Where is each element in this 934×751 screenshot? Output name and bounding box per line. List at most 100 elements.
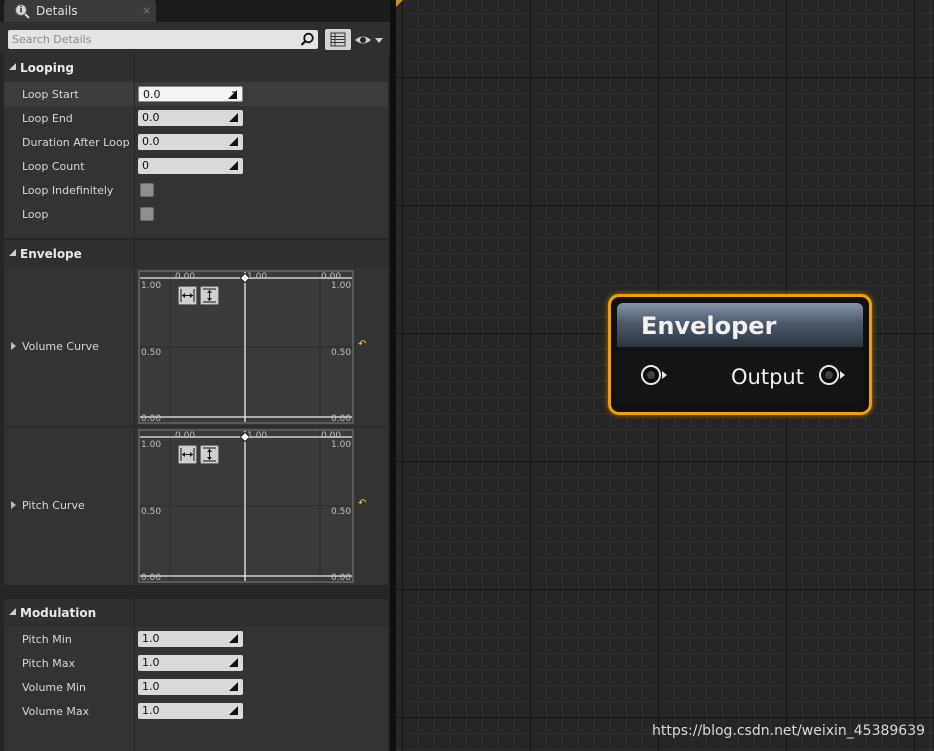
- y-tick-label: 0.50: [331, 507, 352, 517]
- y-tick-label: 1.00: [141, 281, 162, 291]
- curve-grid: [140, 431, 352, 581]
- view-options-button[interactable]: [353, 30, 385, 50]
- volume-min-field[interactable]: 1.0: [138, 679, 243, 695]
- fit-horizontal-button[interactable]: [178, 286, 197, 305]
- property-loop-indefinitely: Loop Indefinitely: [4, 178, 388, 202]
- section-looping[interactable]: Looping: [4, 54, 388, 82]
- field-value: 0.0: [142, 111, 160, 124]
- fit-vertical-button[interactable]: [200, 286, 219, 305]
- column-divider: [134, 675, 135, 699]
- eye-icon: [355, 36, 383, 44]
- x-tick-label: 0.00: [175, 272, 196, 282]
- field-value: 0.0: [142, 135, 160, 148]
- volume-max-field[interactable]: 1.0: [138, 703, 243, 719]
- column-divider: [134, 82, 135, 106]
- y-tick-label: 1.00: [141, 440, 162, 450]
- fit-horizontal-icon: [180, 289, 195, 302]
- fit-vertical-button[interactable]: [200, 445, 219, 464]
- tab-label: Details: [36, 4, 78, 18]
- property-label: Pitch Max: [22, 657, 76, 670]
- duration-after-loop-field[interactable]: 0.0: [138, 134, 243, 150]
- expand-arrow-icon[interactable]: [11, 501, 16, 509]
- output-pin-label: Output: [731, 365, 804, 389]
- loop-count-field[interactable]: 0: [138, 158, 243, 174]
- panel-footer: [4, 723, 388, 751]
- node-body: Output: [617, 347, 863, 403]
- node-header[interactable]: Enveloper: [617, 303, 863, 347]
- drag-handle-icon[interactable]: [229, 682, 238, 691]
- drag-handle-icon[interactable]: [229, 658, 238, 667]
- drag-handle-icon[interactable]: [229, 706, 238, 715]
- column-divider: [134, 240, 135, 268]
- search-icon[interactable]: [300, 32, 315, 47]
- property-pitch-curve: Pitch Curve 0.00 1.00 0.00 1.00 1.00 0.5…: [4, 427, 388, 585]
- field-value: 1.0: [142, 656, 160, 669]
- tab-details[interactable]: Details ×: [4, 0, 156, 22]
- property-loop-start: Loop Start 0.0: [4, 82, 388, 106]
- drag-handle-icon[interactable]: [228, 90, 237, 99]
- y-tick-label: 0.50: [141, 507, 162, 517]
- details-panel: Details × Search Details Looping Loop St…: [0, 0, 390, 751]
- property-label: Pitch Min: [22, 633, 72, 646]
- section-modulation[interactable]: Modulation: [4, 599, 388, 627]
- reset-arrow-icon[interactable]: ↶: [358, 339, 366, 350]
- drag-handle-icon[interactable]: [229, 634, 238, 643]
- collapse-arrow-icon: [9, 608, 16, 615]
- fit-vertical-icon: [203, 288, 216, 303]
- column-divider: [134, 599, 135, 627]
- property-label: Volume Max: [22, 705, 90, 718]
- drag-handle-icon[interactable]: [229, 137, 238, 146]
- corner-indicator: [396, 0, 403, 7]
- property-label: Loop Indefinitely: [22, 184, 114, 197]
- property-label: Pitch Curve: [22, 499, 85, 512]
- property-loop-end: Loop End 0.0: [4, 106, 388, 130]
- input-pin-icon[interactable]: [639, 364, 669, 386]
- list-view-button[interactable]: [325, 29, 351, 50]
- column-divider: [134, 106, 135, 130]
- column-divider: [134, 699, 135, 723]
- close-icon[interactable]: ×: [142, 4, 151, 17]
- column-divider: [134, 178, 135, 202]
- search-input[interactable]: [12, 32, 292, 47]
- property-duration-after-loop: Duration After Loop 0.0: [4, 130, 388, 154]
- reset-arrow-icon[interactable]: ↶: [358, 498, 366, 509]
- y-tick-label: 0.00: [331, 414, 352, 424]
- loop-indefinitely-checkbox[interactable]: [140, 183, 154, 197]
- fit-horizontal-icon: [180, 448, 195, 461]
- output-pin-icon[interactable]: [817, 364, 847, 386]
- curve-grid: [140, 272, 352, 422]
- property-loop: Loop: [4, 202, 388, 226]
- column-divider: [134, 723, 135, 751]
- watermark: https://blog.csdn.net/weixin_45389639: [652, 723, 926, 739]
- enveloper-node[interactable]: Enveloper Output: [608, 294, 872, 415]
- fit-horizontal-button[interactable]: [178, 445, 197, 464]
- list-view-icon: [330, 32, 346, 47]
- volume-curve-editor[interactable]: 0.00 1.00 0.00 1.00 1.00 0.50 0.50 0.00 …: [138, 270, 354, 424]
- pitch-curve-editor[interactable]: 0.00 1.00 0.00 1.00 1.00 0.50 0.50 0.00 …: [138, 429, 354, 583]
- property-label: Volume Curve: [22, 340, 99, 353]
- drag-handle-icon[interactable]: [229, 161, 238, 170]
- loop-checkbox[interactable]: [140, 207, 154, 221]
- property-volume-min: Volume Min 1.0: [4, 675, 388, 699]
- property-volume-curve: Volume Curve 0.00 1.00 0.00 1.00 1.00 0.…: [4, 268, 388, 426]
- column-divider: [134, 54, 135, 82]
- section-envelope[interactable]: Envelope: [4, 240, 388, 268]
- x-tick-label: 1.00: [247, 431, 268, 441]
- y-tick-label: 0.50: [331, 348, 352, 358]
- collapse-arrow-icon: [9, 249, 16, 256]
- column-divider: [134, 154, 135, 178]
- y-tick-label: 1.00: [331, 440, 352, 450]
- pitch-min-field[interactable]: 1.0: [138, 631, 243, 647]
- expand-arrow-icon[interactable]: [11, 342, 16, 350]
- field-value: 0.0: [143, 88, 161, 101]
- column-divider: [134, 627, 135, 651]
- node-title: Enveloper: [641, 312, 777, 340]
- details-icon: [15, 4, 30, 19]
- tab-strip: Details ×: [0, 0, 390, 22]
- pitch-max-field[interactable]: 1.0: [138, 655, 243, 671]
- drag-handle-icon[interactable]: [229, 113, 238, 122]
- loop-end-field[interactable]: 0.0: [138, 110, 243, 126]
- property-loop-count: Loop Count 0: [4, 154, 388, 178]
- loop-start-field[interactable]: 0.0: [138, 86, 243, 102]
- y-tick-label: 0.00: [141, 573, 162, 583]
